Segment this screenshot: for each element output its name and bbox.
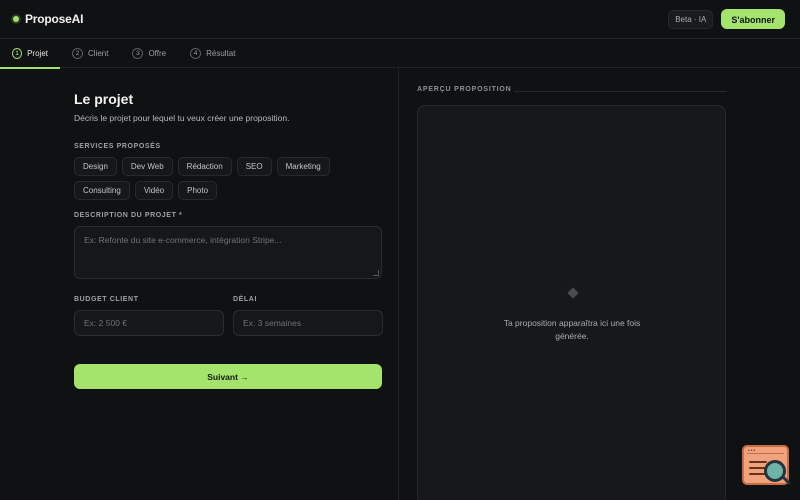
service-chip-video[interactable]: Vidéo [134,181,174,200]
preview-divider [514,91,727,92]
budget-placeholder: Ex: 2 500 € [84,318,128,328]
preview-label: APERÇU PROPOSITION [417,86,512,93]
delay-input[interactable]: Ex: 3 semaines [233,310,383,336]
next-button[interactable]: Suivant → [74,364,382,389]
service-chip-photo[interactable]: Photo [178,181,218,200]
preview-panel: APERÇU PROPOSITION Ta proposition appara… [400,68,800,500]
service-chip-consulting[interactable]: Consulting [74,181,130,200]
service-chip-redaction[interactable]: Rédaction [177,157,232,176]
service-chip-design[interactable]: Design [74,157,117,176]
step-tabs: 1 Projet 2 Client 3 Offre 4 Résultat [0,39,800,69]
step-label: Client [88,48,109,58]
step-tab-projet[interactable]: 1 Projet [0,39,60,69]
sparkle-icon [567,287,579,299]
service-chip-marketing[interactable]: Marketing [276,157,330,176]
page-title: Le projet [74,91,134,107]
step-number: 2 [72,47,83,59]
inspector-widget-icon[interactable]: ••• [742,445,791,485]
budget-input[interactable]: Ex: 2 500 € [74,310,224,336]
logo[interactable]: ProposeAI [13,12,83,26]
top-bar: ProposeAI Beta · IA S'abonner [0,0,800,39]
service-chip-seo[interactable]: SEO [236,157,272,176]
description-textarea[interactable]: Ex: Refonte du site e-commerce, intégrat… [74,226,382,279]
page-subtitle: Décris le projet pour lequel tu veux cré… [74,113,290,123]
step-number: 3 [132,47,144,59]
services-label: SERVICES PROPOSÉS [74,143,161,150]
resize-handle-icon[interactable] [373,270,379,276]
subscribe-button[interactable]: S'abonner [721,9,785,29]
description-label: DESCRIPTION DU PROJET * [74,212,183,219]
step-tab-client[interactable]: 2 Client [60,39,120,68]
project-form-panel: Le projet Décris le projet pour lequel t… [0,68,399,500]
step-number: 1 [12,47,23,59]
step-number: 4 [190,47,202,59]
logo-dot-icon [13,16,19,22]
service-chip-dev-web[interactable]: Dev Web [121,157,173,176]
logo-text: ProposeAI [25,12,84,26]
delay-placeholder: Ex: 3 semaines [243,318,302,328]
step-label: Offre [148,48,167,58]
step-tab-offre[interactable]: 3 Offre [120,39,178,68]
preview-empty-text: Ta proposition apparaîtra ici une fois g… [503,318,641,341]
step-label: Résultat [206,48,236,58]
preview-box: Ta proposition apparaîtra ici une fois g… [417,105,726,500]
budget-label: BUDGET CLIENT [74,296,139,303]
step-tab-resultat[interactable]: 4 Résultat [178,39,247,68]
delay-label: DÉLAI [233,296,257,303]
beta-badge: Beta · IA [668,9,714,29]
services-chips: Design Dev Web Rédaction SEO Marketing C… [74,157,384,200]
step-label: Projet [27,48,48,58]
description-placeholder: Ex: Refonte du site e-commerce, intégrat… [84,235,282,245]
